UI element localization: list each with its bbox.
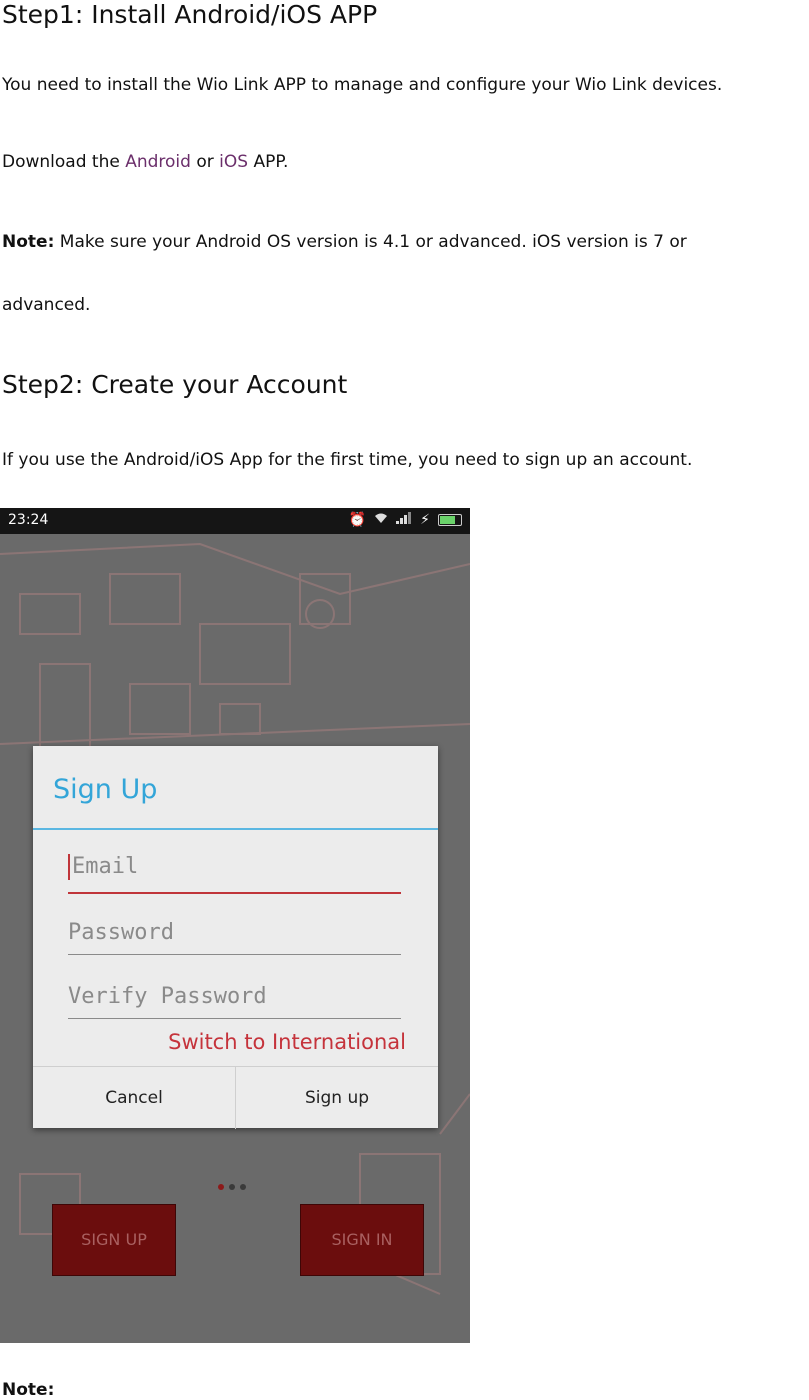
alarm-icon: ⏰ — [348, 512, 367, 528]
cancel-button[interactable]: Cancel — [33, 1067, 235, 1129]
email-underline — [68, 892, 401, 894]
page-indicator — [218, 1184, 246, 1190]
status-bar: 23:24 ⏰ ⚡ — [0, 508, 470, 534]
step2-heading: Step2: Create your Account — [2, 370, 348, 399]
switch-to-international-link[interactable]: Switch to International — [168, 1030, 406, 1054]
dialog-sign-up-button[interactable]: Sign up — [236, 1067, 438, 1129]
step1-heading: Step1: Install Android/iOS APP — [2, 0, 378, 29]
app-screenshot: 23:24 ⏰ ⚡ Sign Up Email Password Verify … — [0, 508, 470, 1343]
verify-password-underline — [68, 1018, 401, 1019]
footer-note: Note: — [2, 1380, 54, 1400]
password-placeholder: Password — [68, 920, 174, 945]
page-dot — [240, 1184, 246, 1190]
or-text: or — [190, 152, 220, 172]
text-cursor — [68, 854, 70, 880]
verify-password-field[interactable]: Verify Password — [68, 984, 401, 1019]
footer-note-label: Note: — [2, 1380, 55, 1400]
note-label: Note: — [2, 232, 55, 252]
verify-password-placeholder: Verify Password — [68, 984, 267, 1009]
password-underline — [68, 954, 401, 955]
android-link[interactable]: Android — [125, 152, 191, 172]
dialog-title: Sign Up — [53, 774, 158, 805]
dialog-divider — [33, 828, 438, 830]
page-dot — [229, 1184, 235, 1190]
charging-icon: ⚡ — [420, 512, 430, 528]
download-suffix: APP. — [248, 152, 289, 172]
battery-icon — [438, 514, 462, 526]
password-field[interactable]: Password — [68, 920, 401, 955]
sign-up-dialog: Sign Up Email Password Verify Password S… — [33, 746, 438, 1129]
email-placeholder: Email — [72, 854, 139, 879]
step1-intro: You need to install the Wio Link APP to … — [2, 75, 723, 95]
email-field[interactable]: Email — [68, 854, 401, 894]
wifi-icon — [374, 512, 388, 528]
note-text: Make sure your Android OS version is 4.1… — [54, 232, 687, 252]
download-prefix: Download the — [2, 152, 126, 172]
sign-up-button[interactable]: SIGN UP — [52, 1204, 176, 1276]
dialog-button-row: Cancel Sign up — [33, 1066, 438, 1129]
step2-intro: If you use the Android/iOS App for the f… — [2, 450, 693, 470]
sign-in-button[interactable]: SIGN IN — [300, 1204, 424, 1276]
status-time: 23:24 — [8, 512, 49, 528]
download-line: Download the Android or iOS APP. — [2, 152, 288, 172]
note-continuation: advanced. — [2, 295, 91, 315]
page-dot-active — [218, 1184, 224, 1190]
note-line: Note: Make sure your Android OS version … — [2, 232, 687, 252]
signal-icon — [396, 512, 412, 528]
ios-link[interactable]: iOS — [219, 152, 248, 172]
status-icons: ⏰ ⚡ — [349, 512, 462, 528]
